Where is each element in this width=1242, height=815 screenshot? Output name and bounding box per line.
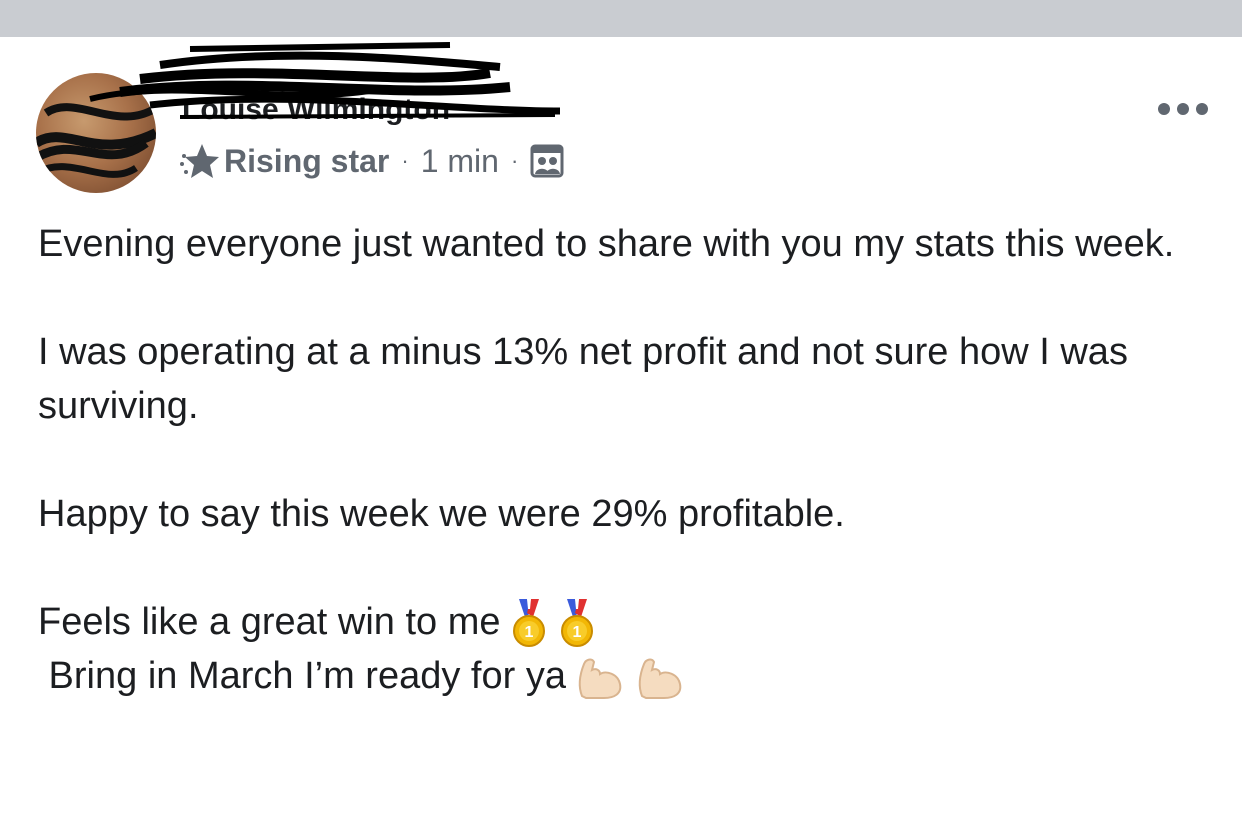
rising-star-badge[interactable]: Rising star bbox=[224, 143, 389, 180]
post-line: Happy to say this week we were 29% profi… bbox=[38, 493, 845, 535]
flexed-biceps-icon bbox=[638, 658, 682, 699]
more-options-button[interactable] bbox=[1158, 97, 1208, 121]
top-bar bbox=[0, 0, 1242, 37]
meta-separator: · bbox=[510, 148, 519, 173]
post-body: Evening everyone just wanted to share wi… bbox=[38, 217, 1218, 703]
meta-separator: · bbox=[401, 148, 409, 173]
post-line-with-medals: Feels like a great win to me 1 1 bbox=[38, 595, 1218, 649]
first-place-medal-icon: 1 bbox=[560, 598, 593, 647]
redaction-scribble bbox=[89, 42, 561, 119]
post-line: I was operating at a minus 13% net profi… bbox=[38, 331, 1128, 427]
svg-text:1: 1 bbox=[572, 624, 581, 641]
post-card: Louise Wilmington Rising star · 1 min · bbox=[0, 37, 1242, 815]
more-options-icon bbox=[1158, 103, 1170, 115]
star-icon bbox=[180, 144, 219, 178]
group-audience-icon[interactable] bbox=[530, 144, 564, 178]
post-time[interactable]: 1 min bbox=[421, 143, 499, 180]
first-place-medal-icon: 1 bbox=[512, 598, 545, 647]
post-meta: Rising star · 1 min · bbox=[180, 141, 564, 181]
post-line-with-flex: Bring in March I’m ready for ya bbox=[38, 649, 1218, 703]
svg-text:1: 1 bbox=[524, 624, 533, 641]
post-line: Feels like a great win to me bbox=[38, 601, 501, 643]
post-line: Bring in March I’m ready for ya bbox=[38, 655, 566, 697]
post-line: Evening everyone just wanted to share wi… bbox=[38, 223, 1175, 265]
flexed-biceps-icon bbox=[578, 658, 622, 699]
